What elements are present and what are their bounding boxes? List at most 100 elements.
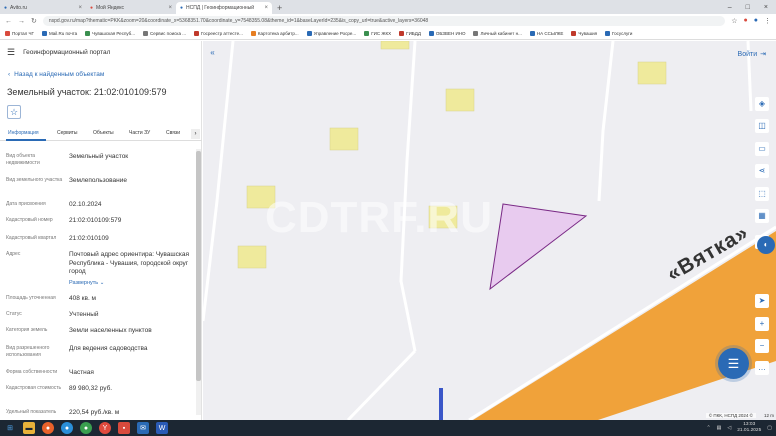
- row-label: Кадастровый квартал: [6, 235, 57, 241]
- bookmark-item[interactable]: Портал ЧГ: [5, 31, 34, 36]
- bookmark-item[interactable]: ОБЗВЕН ИНО: [428, 31, 465, 36]
- office-icon[interactable]: ▪: [118, 422, 130, 434]
- locate-arrow-icon[interactable]: ➤: [755, 294, 769, 308]
- back-link[interactable]: ‹ Назад к найденным объектам: [8, 71, 104, 78]
- bookmark-item[interactable]: ГИБДД: [399, 31, 421, 36]
- close-window-button[interactable]: ×: [764, 2, 768, 14]
- collapse-panel-button[interactable]: «: [207, 47, 218, 58]
- bookmark-item[interactable]: Личный кабинет н...: [473, 31, 522, 36]
- close-tab-icon[interactable]: ×: [168, 5, 172, 11]
- building: [329, 127, 359, 151]
- row-value: Землепользование: [69, 177, 127, 184]
- chat-fab-icon[interactable]: ☰: [718, 348, 749, 379]
- bookmark-item[interactable]: НА ССЫЛКЕ: [529, 31, 563, 36]
- menu-dots-icon[interactable]: ⋮: [764, 17, 771, 25]
- tab-parts[interactable]: Части ЗУ: [129, 130, 150, 136]
- bookmark-favicon-icon: [364, 31, 370, 36]
- building: [380, 41, 410, 50]
- footpath: [203, 41, 235, 322]
- favorite-star-button[interactable]: ☆: [7, 105, 21, 119]
- bookmark-item[interactable]: Чувашская Респуб...: [85, 31, 135, 36]
- export-icon[interactable]: ⬚: [755, 187, 769, 201]
- file-explorer-icon[interactable]: ▬: [23, 422, 35, 434]
- reload-icon[interactable]: ↻: [31, 17, 37, 25]
- back-arrow-icon[interactable]: ←: [5, 18, 12, 25]
- bookmark-item[interactable]: Управление Росре...: [306, 31, 357, 36]
- building: [445, 88, 475, 112]
- more-icon[interactable]: …: [755, 361, 769, 375]
- browser-tab-nspd[interactable]: ● НСПД | Геоинформационный ×: [176, 2, 272, 14]
- profile-icon[interactable]: ●: [754, 17, 758, 25]
- bookmark-item[interactable]: Госреестр аттесте...: [193, 31, 243, 36]
- share-icon[interactable]: ⋖: [755, 164, 769, 178]
- expand-address-link[interactable]: Развернуть ⌄: [69, 279, 191, 288]
- hamburger-menu-icon[interactable]: ☰: [7, 47, 15, 58]
- bookmark-favicon-icon: [473, 31, 479, 36]
- login-icon: ⇥: [760, 51, 766, 58]
- clock[interactable]: 13:03 21.01.2025: [737, 422, 761, 434]
- ruler-icon[interactable]: ◫: [755, 119, 769, 133]
- bookmark-item[interactable]: Mail.Ru почта: [41, 31, 77, 36]
- zoom-out-icon[interactable]: −: [755, 339, 769, 353]
- network-icon[interactable]: ▤: [717, 425, 722, 431]
- bookmark-label: Портал ЧГ: [12, 31, 34, 36]
- building: [637, 61, 667, 85]
- notifications-icon[interactable]: ▢: [767, 425, 772, 431]
- bookmark-label: ГИС ЖКХ: [371, 31, 392, 36]
- tab-links[interactable]: Связи: [166, 130, 180, 136]
- assistant-icon[interactable]: ◐: [757, 236, 775, 254]
- tab-servitudes[interactable]: Сервиты: [57, 130, 78, 136]
- extension-icon[interactable]: ●: [744, 17, 748, 25]
- row-value: 408 кв. м: [69, 295, 97, 302]
- bookmark-star-icon[interactable]: ☆: [731, 17, 737, 25]
- bookmark-item[interactable]: Госуслуги: [605, 31, 632, 36]
- bookmark-label: Управление Росре...: [313, 31, 357, 36]
- login-button[interactable]: Войти ⇥: [738, 50, 766, 59]
- grid-icon[interactable]: ▦: [755, 209, 769, 223]
- layers-icon[interactable]: ◈: [755, 97, 769, 111]
- bookmark-favicon-icon: [428, 31, 434, 36]
- info-panel: ☰ Геоинформационный портал ‹ Назад к най…: [0, 41, 202, 420]
- page-title: Земельный участок: 21:02:010109:579: [7, 87, 167, 97]
- tab-objects[interactable]: Объекты: [93, 130, 114, 136]
- edge-icon[interactable]: ●: [61, 422, 73, 434]
- close-tab-icon[interactable]: ×: [264, 5, 268, 11]
- app-title: Геоинформационный портал: [23, 48, 111, 56]
- word-icon[interactable]: W: [156, 422, 168, 434]
- map-canvas[interactable]: CDTRF.RU «Вятка» « Войти ⇥ ◈ ◫ ▭ ⋖ ⬚ ▦ ⌄…: [203, 41, 776, 420]
- row-label: Вид земельного участка: [6, 177, 63, 183]
- mail-icon[interactable]: ✉: [137, 422, 149, 434]
- bookmark-item[interactable]: Картотека арбитр...: [250, 31, 299, 36]
- start-menu-icon[interactable]: ⊞: [4, 422, 16, 434]
- chrome-icon[interactable]: ●: [80, 422, 92, 434]
- building: [237, 245, 267, 269]
- bookmark-item[interactable]: Чувашия: [571, 31, 597, 36]
- forward-arrow-icon[interactable]: →: [18, 18, 25, 25]
- new-tab-button[interactable]: +: [272, 2, 287, 14]
- scrollbar-thumb[interactable]: [196, 151, 201, 381]
- address-bar-row: ← → ↻ nspd.gov.ru/map?thematic=PKK&zoom=…: [0, 14, 776, 28]
- browser-tab-yandex[interactable]: ● Мой Яндекс ×: [86, 2, 176, 14]
- close-tab-icon[interactable]: ×: [78, 5, 82, 11]
- measure-icon[interactable]: ▭: [755, 142, 769, 156]
- volume-icon[interactable]: ◁: [727, 425, 731, 431]
- land-parcel[interactable]: [489, 203, 588, 291]
- bookmark-item[interactable]: ГИС ЖКХ: [364, 31, 391, 36]
- bookmark-item[interactable]: Сервис поиска ...: [143, 31, 186, 36]
- tab-information[interactable]: Информация: [8, 130, 39, 136]
- bookmark-label: Личный кабинет н...: [480, 31, 522, 36]
- tabs-scroll-right-button[interactable]: ›: [191, 129, 200, 139]
- browser-tab-avito[interactable]: ● Avito.ru ×: [0, 2, 86, 14]
- zoom-in-icon[interactable]: +: [755, 317, 769, 331]
- chevron-up-icon[interactable]: ⌃: [706, 425, 710, 431]
- bookmark-favicon-icon: [399, 31, 405, 36]
- bookmark-favicon-icon: [250, 31, 256, 36]
- firefox-icon[interactable]: ●: [42, 422, 54, 434]
- yandex-browser-icon[interactable]: Y: [99, 422, 111, 434]
- row-label: Удельный показатель: [6, 409, 57, 415]
- minimize-button[interactable]: –: [728, 2, 732, 14]
- url-field[interactable]: nspd.gov.ru/map?thematic=PKK&zoom=20&coo…: [42, 16, 726, 26]
- bookmark-favicon-icon: [85, 31, 91, 36]
- maximize-button[interactable]: □: [746, 2, 750, 14]
- panel-scrollbar[interactable]: [196, 149, 201, 415]
